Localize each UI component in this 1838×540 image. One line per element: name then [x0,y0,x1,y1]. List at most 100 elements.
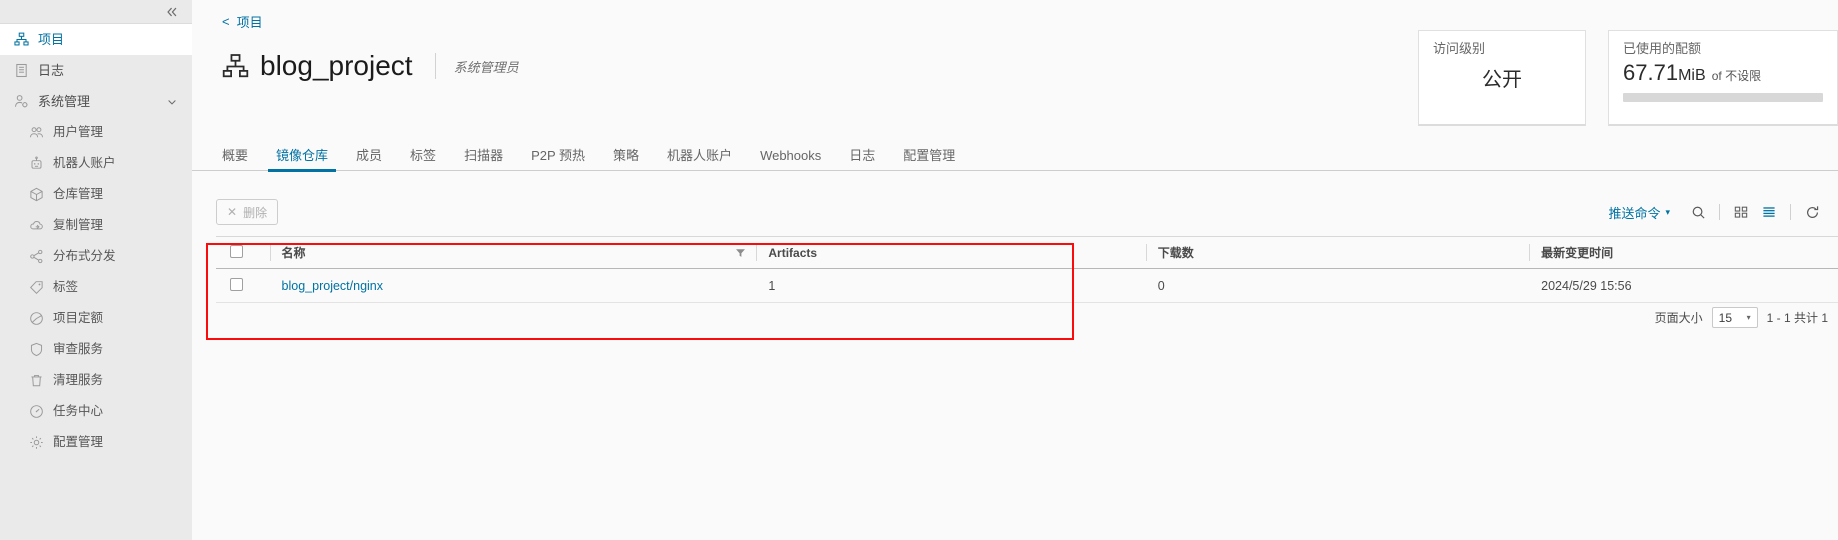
tab-members[interactable]: 成员 [344,149,394,171]
repositories-table: 名称 Artifacts 下载数 最新变更时间 blog_project/ngi… [216,236,1838,303]
used-quota-card: 已使用的配额 67.71MiB of 不设限 [1608,30,1838,126]
repositories-table-zone: 名称 Artifacts 下载数 最新变更时间 blog_project/ngi… [216,236,1838,303]
select-all-checkbox[interactable] [230,244,243,258]
gauge-icon [28,403,45,420]
column-header-updated-time[interactable]: 最新变更时间 [1529,236,1838,269]
sidebar-item-clean-up[interactable]: 清理服务 [0,365,192,396]
sidebar-item-projects[interactable]: 项目 [0,24,192,55]
harbor-app-window: 项目 日志 系统管理 用户管理 机器人账户 仓库管理 复制管理 分布式分发 标签… [0,0,1838,540]
sidebar-item-configuration[interactable]: 配置管理 [0,427,192,458]
tab-configuration[interactable]: 配置管理 [891,149,967,171]
access-level-card: 访问级别 公开 [1418,30,1586,126]
page-size-label: 页面大小 [1654,311,1703,325]
pagination: 页面大小 15 ▾ 1 - 1 共计 1 [1655,307,1828,328]
double-chevron-left-icon [165,5,179,19]
tab-summary[interactable]: 概要 [210,149,260,171]
sidebar-item-label: 分布式分发 [53,249,116,264]
tag-icon [28,279,45,296]
sidebar-item-label: 机器人账户 [53,156,116,171]
search-button[interactable] [1684,200,1712,224]
refresh-icon [1805,205,1820,220]
sidebar-item-labels[interactable]: 标签 [0,272,192,303]
column-header-artifacts[interactable]: Artifacts [756,236,1146,269]
administration-user-icon [13,93,30,110]
sidebar-item-distributions[interactable]: 分布式分发 [0,241,192,272]
delete-button[interactable]: ✕ 删除 [216,199,279,225]
column-header-name[interactable]: 名称 [269,236,757,269]
sidebar-item-label: 标签 [53,280,79,295]
project-hierarchy-icon [222,53,249,80]
sidebar-item-robot-accounts[interactable]: 机器人账户 [0,148,192,179]
breadcrumb[interactable]: < 项目 [192,0,1838,31]
sidebar-item-label: 项目定额 [53,311,104,326]
sidebar-item-label: 仓库管理 [53,187,104,202]
grid-view-button[interactable] [1727,200,1755,224]
chevron-down-icon: ▾ [1665,206,1670,217]
column-header-label: 下载数 [1157,246,1194,260]
tab-policy[interactable]: 策略 [601,149,651,171]
sidebar-item-label: 配置管理 [53,435,104,450]
table-body: blog_project/nginx 1 0 2024/5/29 15:56 [216,268,1838,303]
toolbar-divider [1790,204,1791,220]
table-head: 名称 Artifacts 下载数 最新变更时间 [216,236,1838,269]
project-tabs: 概要 镜像仓库 成员 标签 扫描器 P2P 预热 策略 机器人账户 Webhoo… [192,132,1838,172]
project-hierarchy-icon [13,31,30,48]
access-level-card-value: 公开 [1482,69,1522,92]
refresh-button[interactable] [1798,200,1826,224]
gear-icon [28,434,45,451]
quota-unit: MiB [1678,67,1706,85]
sidebar-item-project-quotas[interactable]: 项目定额 [0,303,192,334]
tab-webhooks[interactable]: Webhooks [748,149,833,171]
page-size-select[interactable]: 15 ▾ [1711,307,1758,328]
tab-labels[interactable]: 标签 [398,149,448,171]
logs-list-icon [13,62,30,79]
tab-repositories[interactable]: 镜像仓库 [264,149,340,172]
chevron-down-icon[interactable] [166,96,178,108]
sidebar-item-job-service-dashboard[interactable]: 任务中心 [0,396,192,427]
push-command-dropdown[interactable]: 推送命令 ▾ [1608,203,1670,222]
sidebar-collapse-row [0,0,192,24]
sidebar-item-user-management[interactable]: 用户管理 [0,117,192,148]
cell-artifacts: 1 [756,268,1146,303]
quota-number: 67.71 [1623,60,1679,86]
column-header-downloads[interactable]: 下载数 [1145,236,1530,269]
tab-logs[interactable]: 日志 [837,149,887,171]
repository-link[interactable]: blog_project/nginx [282,279,383,293]
sidebar-item-logs[interactable]: 日志 [0,55,192,86]
grid-view-icon [1734,205,1748,219]
page-title: blog_project [260,50,413,81]
title-divider [434,53,436,79]
tab-scanner[interactable]: 扫描器 [452,149,515,171]
sidebar-item-label: 项目 [38,32,65,47]
sidebar-item-administration[interactable]: 系统管理 [0,86,192,117]
close-x-icon: ✕ [227,205,238,219]
table-header-row: 名称 Artifacts 下载数 最新变更时间 [216,236,1838,269]
breadcrumb-label: 项目 [236,15,263,30]
chevron-down-icon: ▾ [1746,313,1751,322]
sidebar-item-label: 任务中心 [53,404,104,419]
sidebar-item-interrogation-services[interactable]: 审查服务 [0,334,192,365]
row-checkbox[interactable] [230,277,243,291]
sidebar-item-replications[interactable]: 复制管理 [0,210,192,241]
share-nodes-icon [28,248,45,265]
sidebar-item-label: 系统管理 [38,94,91,109]
toolbar-divider [1719,204,1720,220]
push-command-label: 推送命令 [1608,205,1661,221]
table-row[interactable]: blog_project/nginx 1 0 2024/5/29 15:56 [216,268,1838,303]
sidebar-item-label: 日志 [38,63,65,78]
sidebar-collapse-button[interactable] [152,0,192,24]
pie-chart-icon [28,310,45,327]
list-view-icon [1762,205,1776,219]
select-all-header [216,236,270,269]
tab-p2p-preheat[interactable]: P2P 预热 [519,149,597,171]
cell-updated-time: 2024/5/29 15:56 [1529,268,1838,303]
list-view-button[interactable] [1755,200,1783,224]
shield-icon [28,341,45,358]
filter-icon[interactable] [735,247,746,258]
cell-name: blog_project/nginx [269,268,757,303]
pagination-range: 1 - 1 共计 1 [1766,311,1828,325]
tab-robot-accounts[interactable]: 机器人账户 [655,149,744,171]
project-summary-cards: 访问级别 公开 已使用的配额 67.71MiB of 不设限 [1418,30,1838,126]
sidebar-item-registries[interactable]: 仓库管理 [0,179,192,210]
user-role-label: 系统管理员 [453,59,519,75]
